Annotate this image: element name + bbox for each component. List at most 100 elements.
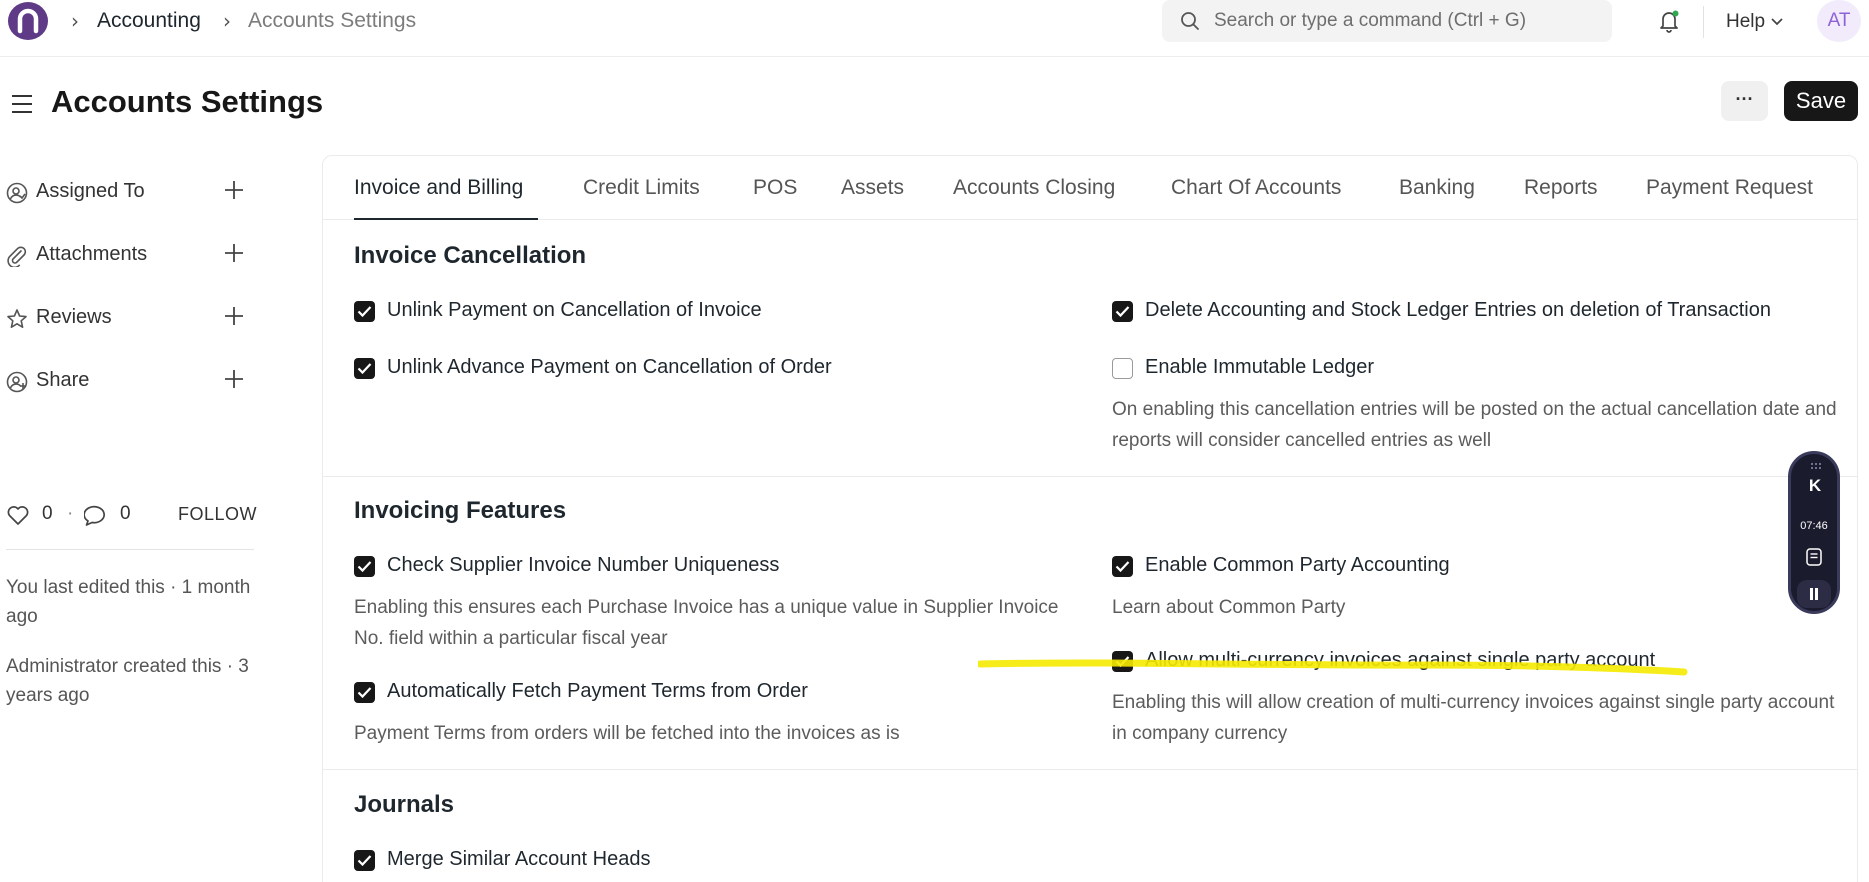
more-actions-button[interactable]: ··· [1721, 81, 1768, 121]
section-title-invoicing-features: Invoicing Features [354, 497, 567, 524]
tab-payment-request[interactable]: Payment Request [1646, 176, 1813, 200]
user-assign-icon [6, 182, 28, 204]
sidebar-toggle-icon[interactable] [10, 93, 34, 115]
settings-form-card: Invoice and Billing Credit Limits POS As… [322, 155, 1858, 882]
section-title-invoice-cancellation: Invoice Cancellation [354, 242, 587, 269]
fetch-payment-terms-description: Payment Terms from orders will be fetche… [354, 723, 900, 744]
sidebar-item-reviews[interactable]: Reviews [6, 301, 246, 335]
checkbox-label: Merge Similar Account Heads [387, 848, 651, 870]
checkbox-checked[interactable] [354, 682, 375, 703]
nav-divider [1703, 6, 1704, 38]
breadcrumb-chevron-icon: › [71, 9, 79, 33]
dot-separator: · [67, 503, 74, 524]
checkbox-checked[interactable] [354, 301, 375, 322]
common-party-link[interactable]: Learn about Common Party [1112, 592, 1837, 623]
search-input[interactable] [1214, 0, 1594, 42]
checkbox-checked[interactable] [354, 850, 375, 871]
sidebar-item-share[interactable]: Share [6, 364, 246, 398]
tab-accounts-closing[interactable]: Accounts Closing [953, 176, 1115, 200]
comment-icon[interactable] [84, 504, 110, 526]
breadcrumb-accounting[interactable]: Accounting [97, 9, 201, 33]
add-icon[interactable] [224, 243, 244, 263]
tab-credit-limits[interactable]: Credit Limits [583, 176, 700, 200]
screen-recorder-widget[interactable]: K 07:46 [1788, 451, 1840, 614]
tab-bar: Invoice and Billing Credit Limits POS As… [323, 156, 1857, 220]
save-button[interactable]: Save [1784, 81, 1858, 121]
comment-count: 0 [120, 503, 131, 524]
check-icon [357, 561, 372, 573]
recorder-logo-icon: K [1808, 476, 1822, 495]
supplier-uniqueness-description: Enabling this ensures each Purchase Invo… [354, 597, 1059, 649]
checkbox-label: Enable Common Party Accounting [1145, 554, 1450, 576]
section-divider [323, 769, 1857, 770]
star-icon [7, 309, 27, 328]
engagement-bar: 0 · 0 FOLLOW [6, 502, 257, 526]
like-count: 0 [42, 503, 53, 524]
checkbox-label: Automatically Fetch Payment Terms from O… [387, 680, 808, 702]
checkbox-label: Allow multi-currency invoices against si… [1145, 649, 1656, 671]
share-user-icon [6, 371, 28, 393]
pause-icon [1810, 588, 1818, 600]
check-icon [357, 855, 372, 867]
paperclip-icon [7, 246, 27, 267]
checkbox-checked[interactable] [1112, 301, 1133, 322]
checkbox-label: Unlink Advance Payment on Cancellation o… [387, 356, 832, 378]
checkbox-label: Unlink Payment on Cancellation of Invoic… [387, 299, 762, 321]
checkbox-label: Delete Accounting and Stock Ledger Entri… [1145, 299, 1771, 321]
check-icon [357, 363, 372, 375]
add-icon[interactable] [224, 369, 244, 389]
notification-bell-icon[interactable] [1656, 8, 1682, 34]
tab-reports[interactable]: Reports [1524, 176, 1598, 200]
heart-icon[interactable] [6, 504, 30, 526]
check-icon [357, 687, 372, 699]
tab-assets[interactable]: Assets [841, 176, 904, 200]
breadcrumb-chevron-icon: › [223, 9, 231, 33]
user-avatar[interactable]: AT [1817, 0, 1861, 42]
sidebar-item-attachments[interactable]: Attachments [6, 238, 246, 272]
search-bar[interactable] [1162, 0, 1612, 42]
checkbox-label: Enable Immutable Ledger [1145, 356, 1375, 378]
tab-invoice-and-billing[interactable]: Invoice and Billing [354, 176, 523, 200]
active-tab-indicator [354, 218, 538, 220]
section-title-journals: Journals [354, 791, 455, 818]
last-edited-note: You last edited this · 1 month ago [6, 577, 251, 627]
add-icon[interactable] [224, 306, 244, 326]
multi-currency-description: Enabling this will allow creation of mul… [1112, 692, 1835, 744]
sidebar-divider [6, 549, 254, 550]
checkbox-checked[interactable] [354, 358, 375, 379]
check-icon [357, 306, 372, 318]
tab-banking[interactable]: Banking [1399, 176, 1475, 200]
page-title: Accounts Settings [51, 84, 324, 119]
sidebar-item-assigned-to[interactable]: Assigned To [6, 175, 246, 209]
checkbox-label: Check Supplier Invoice Number Uniqueness [387, 554, 780, 576]
pause-recording-button[interactable] [1797, 580, 1831, 608]
checkbox-checked[interactable] [354, 556, 375, 577]
created-note: Administrator created this · 3 years ago [6, 656, 249, 706]
section-divider [323, 476, 1857, 477]
sidebar-item-label: Share [36, 369, 90, 391]
help-label: Help [1726, 11, 1766, 32]
checkbox-unchecked[interactable] [1112, 358, 1133, 379]
follow-link[interactable]: FOLLOW [178, 504, 257, 525]
tab-pos[interactable]: POS [753, 176, 797, 200]
breadcrumb-accounts-settings[interactable]: Accounts Settings [248, 9, 416, 33]
notes-icon[interactable] [1804, 547, 1824, 567]
checkbox-checked[interactable] [1112, 556, 1133, 577]
recording-time: 07:46 [1800, 520, 1828, 532]
tab-chart-of-accounts[interactable]: Chart Of Accounts [1171, 176, 1341, 200]
help-dropdown[interactable]: Help [1726, 11, 1783, 33]
search-icon [1181, 12, 1199, 30]
sidebar-item-label: Attachments [36, 243, 148, 265]
immutable-ledger-description: On enabling this cancellation entries wi… [1112, 399, 1837, 451]
checkbox-checked[interactable] [1112, 651, 1133, 672]
sidebar-item-label: Assigned To [36, 180, 145, 202]
top-navbar: › Accounting › Accounts Settings Help AT [0, 0, 1869, 57]
add-icon[interactable] [224, 180, 244, 200]
drag-handle-icon[interactable] [1810, 462, 1822, 470]
app-logo-icon[interactable] [6, 1, 51, 43]
check-icon [1115, 561, 1130, 573]
check-icon [1115, 656, 1130, 668]
chevron-down-icon [1771, 18, 1783, 26]
sidebar-item-label: Reviews [36, 306, 112, 328]
check-icon [1115, 306, 1130, 318]
